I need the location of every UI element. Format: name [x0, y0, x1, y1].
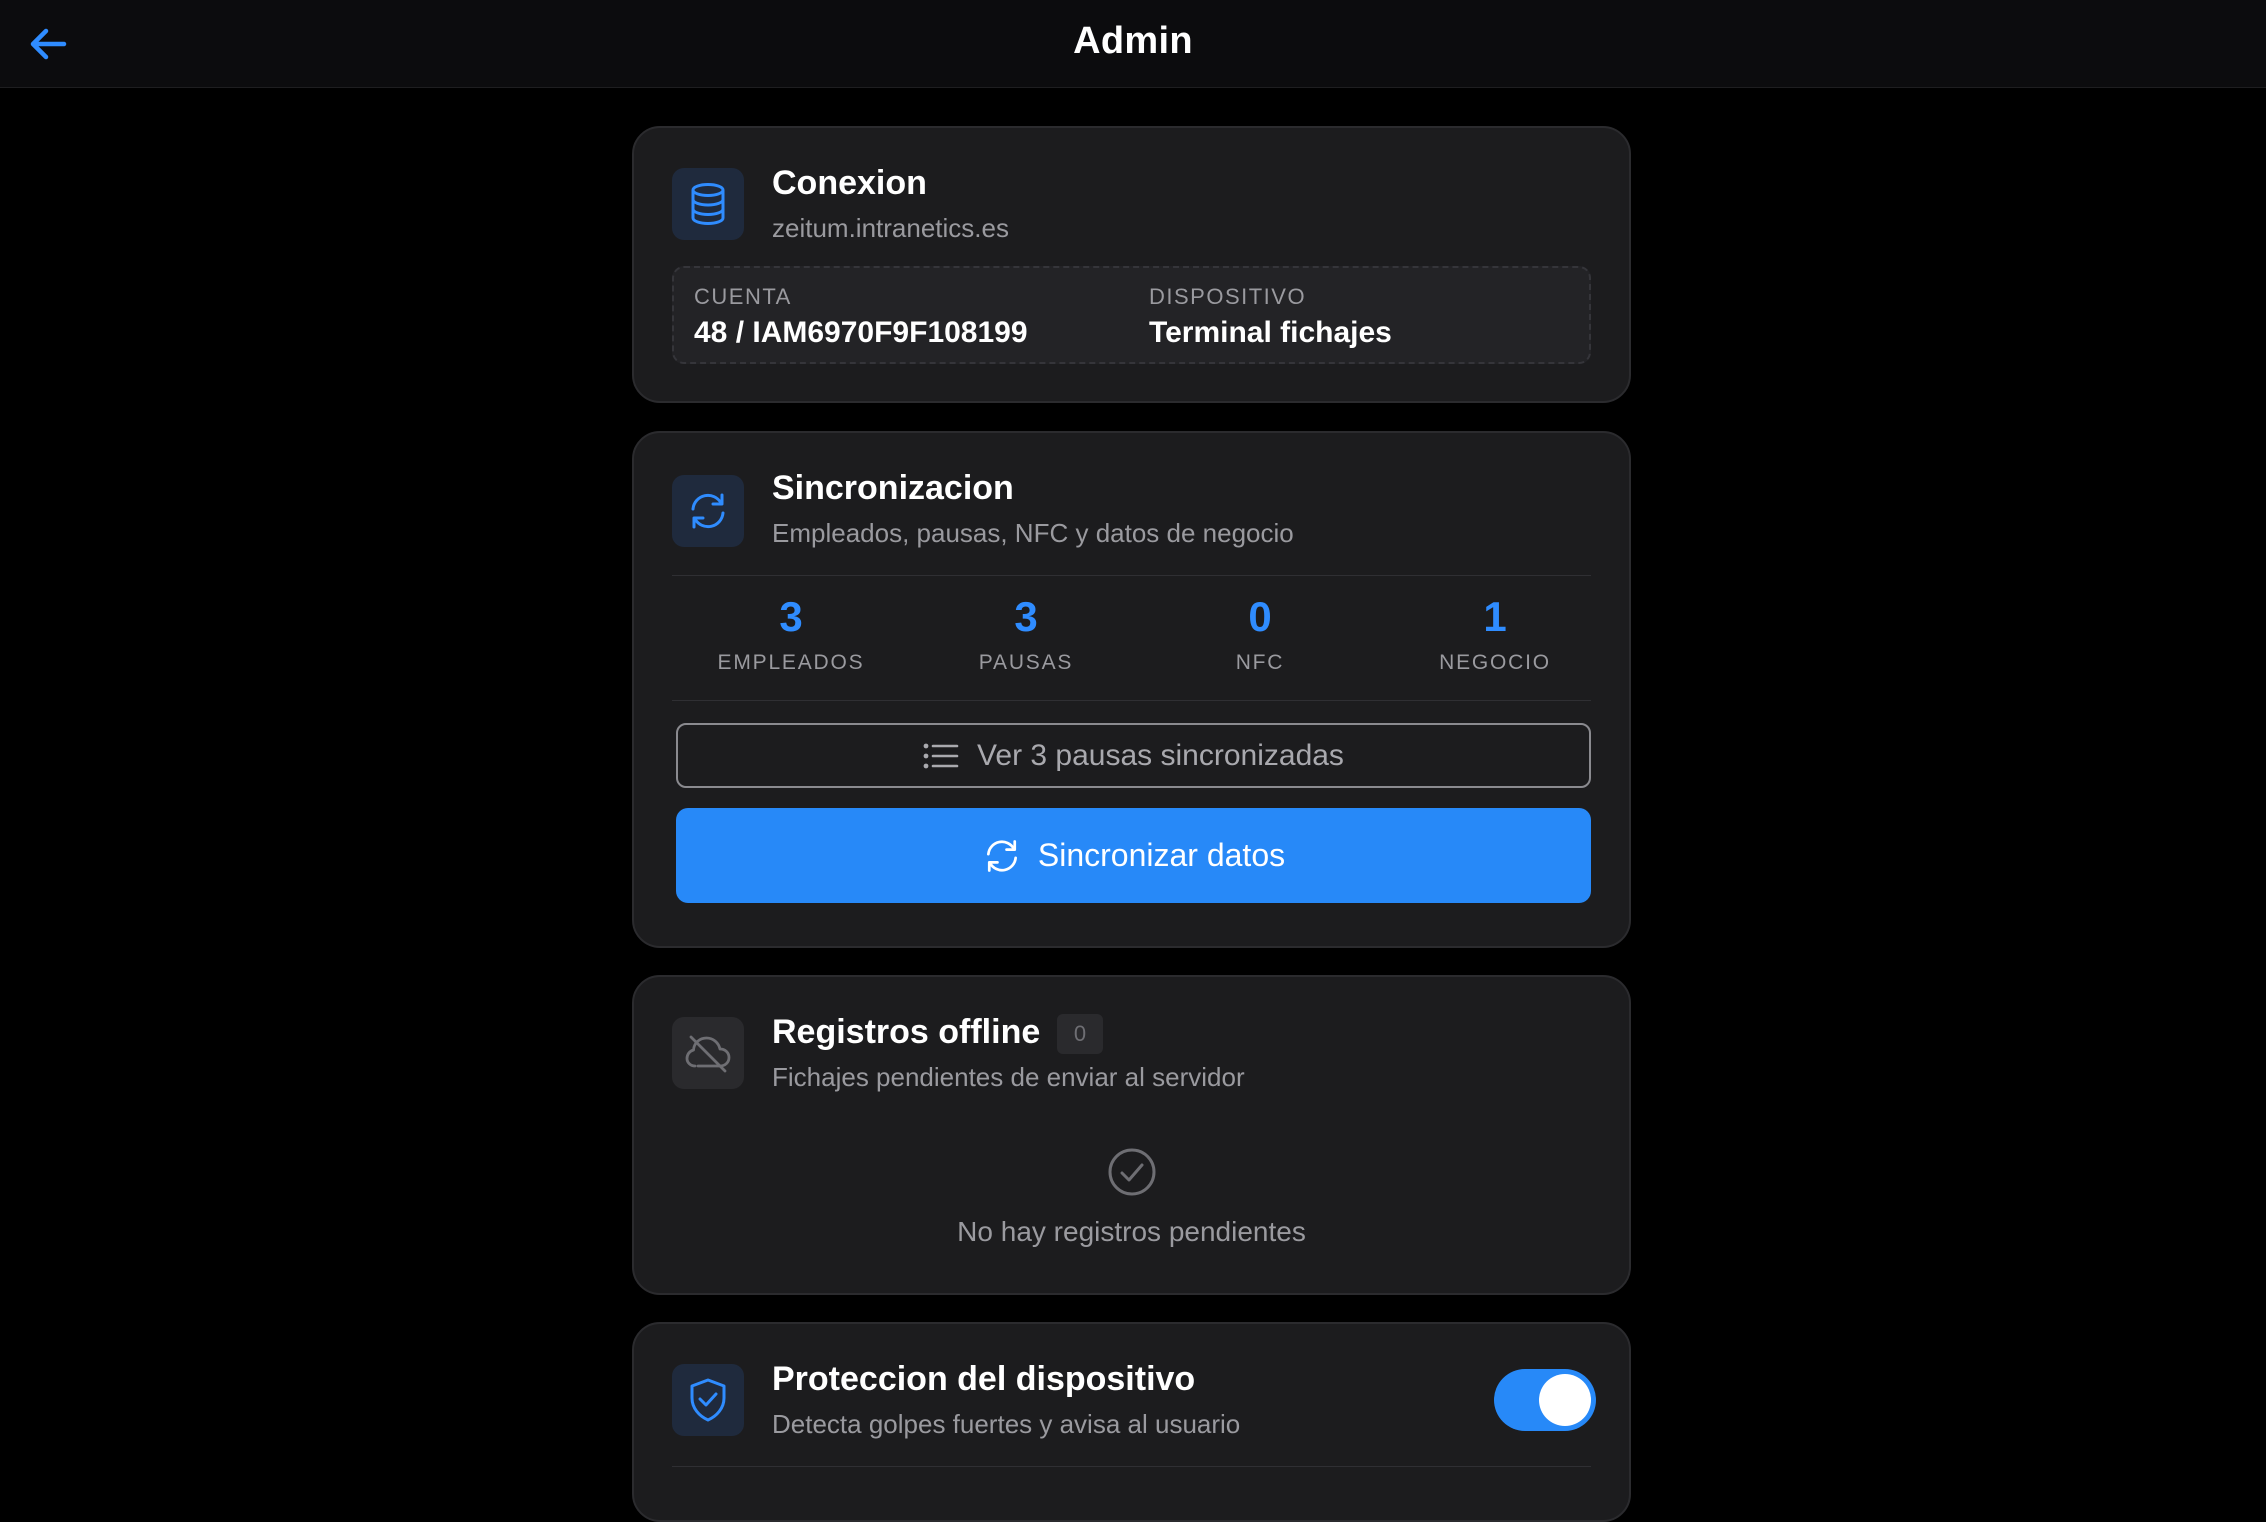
sync-divider-bottom	[672, 700, 1591, 701]
shield-check-icon	[690, 1378, 726, 1422]
view-pauses-button[interactable]: Ver 3 pausas sincronizadas	[676, 723, 1591, 788]
offline-icon-tile	[672, 1017, 744, 1089]
stat-employees: 3 EMPLEADOS	[674, 593, 908, 675]
connection-icon-tile	[672, 168, 744, 240]
stat-pauses-label: PAUSAS	[978, 651, 1074, 674]
device-protection-card: Proteccion del dispositivo Detecta golpe…	[632, 1322, 1631, 1522]
sync-title: Sincronizacion	[772, 469, 1014, 507]
cloud-off-icon	[685, 1035, 731, 1073]
sync-card: Sincronizacion Empleados, pausas, NFC y …	[632, 431, 1631, 948]
offline-count-badge: 0	[1057, 1014, 1103, 1054]
offline-empty-message: No hay registros pendientes	[957, 1216, 1306, 1247]
device-value: Terminal fichajes	[1149, 316, 1392, 349]
stat-pauses-value: 3	[1014, 593, 1038, 640]
device-label: DISPOSITIVO	[1149, 284, 1307, 309]
sync-icon-tile	[672, 475, 744, 547]
account-field: CUENTA 48 / IAM6970F9F108199	[694, 284, 1028, 350]
offline-records-card: Registros offline 0 Fichajes pendientes …	[632, 975, 1631, 1295]
protection-title: Proteccion del dispositivo	[772, 1360, 1196, 1398]
check-circle-icon	[1108, 1148, 1155, 1196]
account-value: 48 / IAM6970F9F108199	[694, 316, 1028, 349]
toggle-knob	[1539, 1374, 1591, 1426]
protection-subtitle: Detecta golpes fuertes y avisa al usuari…	[772, 1409, 1241, 1439]
device-field: DISPOSITIVO Terminal fichajes	[1149, 284, 1392, 350]
sync-divider-top	[672, 575, 1591, 576]
sync-data-label: Sincronizar datos	[1037, 837, 1286, 873]
page-title: Admin	[1073, 20, 1193, 62]
stat-nfc: 0 NFC	[1143, 593, 1377, 675]
stat-employees-label: EMPLEADOS	[717, 651, 865, 674]
protection-icon-tile	[672, 1364, 744, 1436]
offline-subtitle: Fichajes pendientes de enviar al servido…	[772, 1062, 1245, 1092]
connection-card: Conexion zeitum.intranetics.es CUENTA 48…	[632, 126, 1631, 403]
sync-icon	[986, 839, 1017, 872]
stat-nfc-label: NFC	[1235, 651, 1285, 674]
account-label: CUENTA	[694, 284, 792, 309]
stat-nfc-value: 0	[1248, 593, 1272, 640]
sync-subtitle: Empleados, pausas, NFC y datos de negoci…	[772, 518, 1294, 548]
connection-details: CUENTA 48 / IAM6970F9F108199 DISPOSITIVO…	[672, 266, 1591, 364]
stat-business: 1 NEGOCIO	[1378, 593, 1612, 675]
list-icon	[923, 743, 959, 768]
stat-business-label: NEGOCIO	[1439, 651, 1551, 674]
database-icon	[691, 183, 725, 226]
protection-toggle[interactable]	[1494, 1369, 1596, 1431]
view-pauses-label: Ver 3 pausas sincronizadas	[977, 738, 1344, 772]
sync-icon	[691, 493, 725, 529]
stat-business-value: 1	[1483, 593, 1507, 640]
offline-empty-state: No hay registros pendientes	[634, 1147, 1629, 1248]
top-bar: Admin	[0, 0, 2266, 88]
stat-pauses: 3 PAUSAS	[909, 593, 1143, 675]
connection-title: Conexion	[772, 164, 927, 202]
offline-title: Registros offline	[772, 1013, 1041, 1051]
sync-data-button[interactable]: Sincronizar datos	[676, 808, 1591, 903]
protection-divider	[672, 1466, 1591, 1467]
stat-employees-value: 3	[779, 593, 803, 640]
connection-host: zeitum.intranetics.es	[772, 213, 1009, 243]
